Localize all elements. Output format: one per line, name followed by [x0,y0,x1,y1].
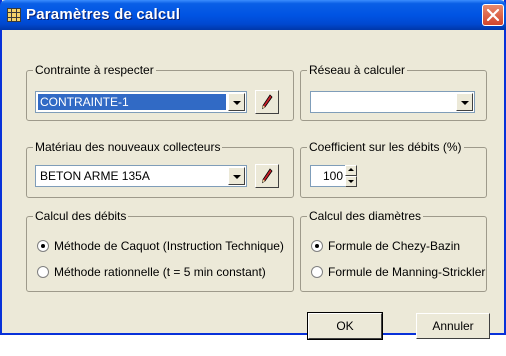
title-bar[interactable]: Paramètres de calcul [0,0,506,30]
debits-group: Calcul des débits Méthode de Caquot (Ins… [26,209,294,292]
edit-materiau-button[interactable] [255,164,279,188]
radio-button[interactable] [311,266,323,278]
dialog-window: Paramètres de calcul Contrainte à respec… [0,0,506,340]
coefficient-group: Coefficient sur les débits (%) 100 [300,140,487,198]
window-title: Paramètres de calcul [26,6,181,23]
spin-down-icon[interactable] [345,176,357,187]
contrainte-value: CONTRAINTE-1 [38,94,226,110]
materiau-value: BETON ARME 135A [40,169,150,183]
materiau-legend: Matériau des nouveaux collecteurs [33,140,223,154]
radio-label: Méthode rationnelle (t = 5 min constant) [54,265,266,279]
coefficient-legend: Coefficient sur les débits (%) [307,140,464,154]
reseau-value [313,94,454,110]
radio-button[interactable] [37,266,49,278]
debits-legend: Calcul des débits [33,209,129,223]
reseau-group: Réseau à calculer [300,63,487,121]
contrainte-select[interactable]: CONTRAINTE-1 [35,91,247,113]
diametres-legend: Calcul des diamètres [307,209,424,223]
chevron-down-icon[interactable] [228,93,245,111]
cancel-button[interactable]: Annuler [416,313,490,339]
chevron-down-icon[interactable] [228,167,245,185]
close-button[interactable] [482,4,504,26]
radio-button[interactable] [311,240,323,252]
materiau-group: Matériau des nouveaux collecteurs BETON … [26,140,294,198]
radio-label: Méthode de Caquot (Instruction Technique… [54,239,284,253]
coefficient-input[interactable]: 100 [310,165,346,187]
reseau-legend: Réseau à calculer [307,63,408,77]
diametres-group: Calcul des diamètres Formule de Chezy-Ba… [300,209,487,292]
contrainte-group: Contrainte à respecter CONTRAINTE-1 [26,63,294,121]
grid-icon [7,8,21,22]
ok-button[interactable]: OK [307,312,383,340]
coefficient-stepper[interactable]: 100 [310,165,358,187]
radio-button[interactable] [37,240,49,252]
materiau-select[interactable]: BETON ARME 135A [35,165,247,187]
spin-up-icon[interactable] [345,165,357,176]
contrainte-legend: Contrainte à respecter [33,63,156,77]
close-icon [486,8,500,22]
pencil-icon [261,168,273,184]
radio-label: Formule de Chezy-Bazin [328,239,461,253]
chevron-down-icon[interactable] [456,93,473,111]
pencil-icon [261,94,273,110]
reseau-select[interactable] [310,91,475,113]
radio-label: Formule de Manning-Strickler [328,265,486,279]
edit-contrainte-button[interactable] [255,90,279,114]
